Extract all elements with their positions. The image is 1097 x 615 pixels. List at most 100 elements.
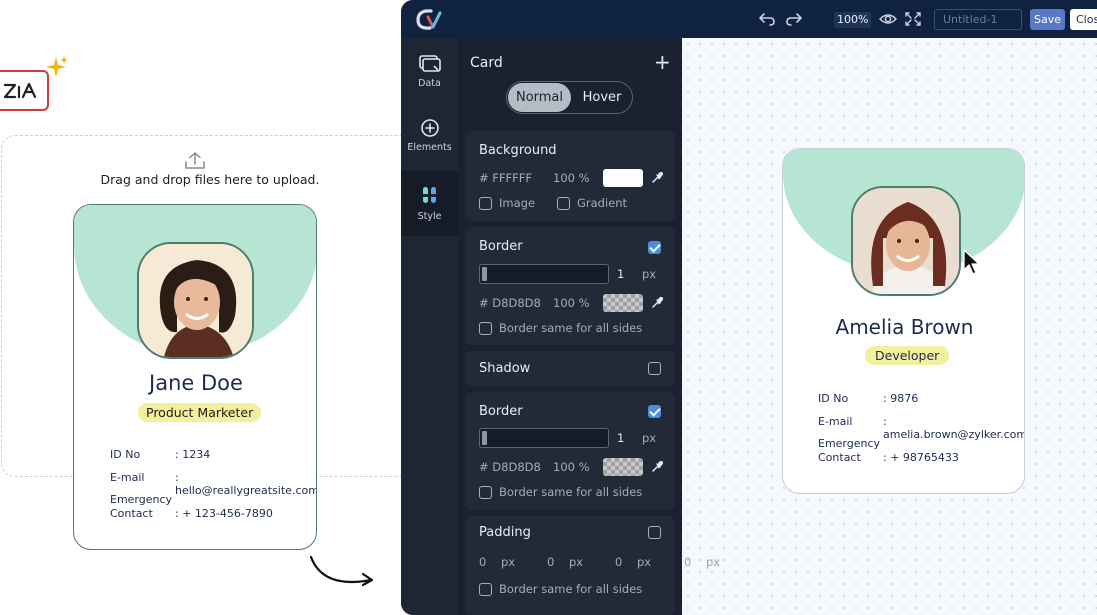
redo-icon[interactable]: [785, 11, 803, 27]
image-checkbox[interactable]: [479, 197, 492, 210]
section-title: Background: [479, 143, 557, 158]
style-panel: Card + Normal Hover Background # FFFFFF …: [458, 38, 682, 615]
card-row-value: : 1234: [175, 448, 211, 461]
border-color-swatch[interactable]: [603, 294, 643, 312]
save-button[interactable]: Save: [1030, 9, 1065, 30]
padding-same-sides-checkbox[interactable]: [479, 583, 492, 596]
close-button[interactable]: Close: [1070, 9, 1097, 30]
id-card-canvas[interactable]: Amelia Brown Developer ID No : 9876 E-ma…: [782, 148, 1025, 494]
state-toggle: Normal Hover: [506, 81, 633, 114]
border-opacity[interactable]: 100 %: [553, 296, 590, 310]
sidebar-item-data[interactable]: Data: [401, 54, 458, 94]
shadow-section: Shadow: [465, 351, 675, 386]
border-width-value[interactable]: 1: [617, 267, 624, 281]
top-toolbar: 100% Untitled-1 Save Close: [401, 0, 1097, 38]
zoom-level[interactable]: 100%: [834, 12, 872, 28]
card-row-label[interactable]: Emergency: [818, 437, 880, 450]
padding-checkbox[interactable]: [648, 526, 661, 539]
document-title-input[interactable]: Untitled-1: [934, 9, 1022, 30]
preview-eye-icon[interactable]: [879, 11, 897, 27]
padding-right-value[interactable]: 0: [547, 555, 554, 569]
fullscreen-icon[interactable]: [904, 11, 922, 27]
border-color-swatch[interactable]: [603, 458, 643, 476]
sidebar-item-style[interactable]: Style: [401, 171, 458, 236]
tab-normal[interactable]: Normal: [508, 83, 571, 112]
style-icon: [422, 187, 436, 203]
border-same-sides-label: Border same for all sides: [499, 321, 643, 335]
border-width-value[interactable]: 1: [617, 431, 624, 445]
card-row-label[interactable]: E-mail: [818, 415, 853, 428]
sidebar-item-label: Elements: [407, 142, 452, 153]
card-row-label: Contact: [110, 507, 153, 520]
card-row-value[interactable]: : amelia.brown@zylker.com: [883, 415, 1024, 441]
padding-unit: px: [569, 555, 584, 569]
builder-window: 100% Untitled-1 Save Close Data Elements: [401, 0, 1097, 615]
app-logo-icon: [416, 9, 442, 30]
border-opacity[interactable]: 100 %: [553, 460, 590, 474]
upload-instructions: Drag and drop files here to upload.: [100, 172, 320, 187]
section-title: Padding: [479, 525, 531, 540]
profile-photo: [137, 242, 254, 359]
padding-same-sides-label: Border same for all sides: [499, 582, 643, 596]
gradient-checkbox[interactable]: [557, 197, 570, 210]
undo-icon[interactable]: [758, 11, 776, 27]
border-same-sides-checkbox[interactable]: [479, 486, 492, 499]
card-row-label: Emergency: [110, 493, 173, 506]
border-section: Border 1 px # D8D8D8 100 % Border same f…: [465, 227, 675, 345]
profile-photo[interactable]: [851, 186, 961, 296]
card-row-value[interactable]: : + 98765433: [883, 451, 959, 464]
id-card-preview: Jane Doe Product Marketer ID No : 1234 E…: [73, 204, 317, 550]
sidebar-item-elements[interactable]: Elements: [401, 118, 458, 158]
background-opacity[interactable]: 100 %: [553, 171, 590, 185]
border-hex[interactable]: # D8D8D8: [479, 296, 541, 310]
mouse-cursor-icon: [963, 249, 980, 275]
panel-title: Card: [470, 55, 503, 71]
padding-top-value[interactable]: 0: [479, 555, 486, 569]
card-role-badge[interactable]: Developer: [865, 346, 950, 365]
card-row-label: ID No: [110, 448, 141, 461]
padding-unit: px: [637, 555, 652, 569]
image-label: Image: [499, 196, 536, 210]
tab-hover[interactable]: Hover: [573, 83, 631, 112]
border-width-slider[interactable]: [479, 264, 609, 284]
section-title: Border: [479, 239, 523, 254]
card-row-value[interactable]: : 9876: [883, 392, 918, 405]
left-sidebar: Data Elements Style: [401, 38, 458, 615]
data-icon: [418, 55, 441, 72]
add-icon[interactable]: +: [654, 52, 671, 72]
card-row-value: : hello@reallygreatsite.com: [175, 471, 317, 497]
card-row-label: E-mail: [110, 471, 145, 484]
section-title: Border: [479, 404, 523, 419]
eyedropper-icon[interactable]: [651, 172, 663, 184]
sidebar-item-label: Style: [417, 211, 442, 222]
padding-unit: px: [501, 555, 516, 569]
design-canvas[interactable]: 0 px Amelia Brown Developer ID No : 9876…: [682, 38, 1097, 615]
gradient-label: Gradient: [577, 196, 628, 210]
padding-bottom-value[interactable]: 0: [615, 555, 622, 569]
border-same-sides-label: Border same for all sides: [499, 485, 643, 499]
card-name: Jane Doe: [149, 371, 243, 395]
border-width-unit: px: [642, 267, 657, 281]
border-hex[interactable]: # D8D8D8: [479, 460, 541, 474]
zia-logo: [0, 70, 49, 111]
card-row-value: : + 123-456-7890: [175, 507, 273, 520]
background-hex[interactable]: # FFFFFF: [479, 171, 532, 185]
border-width-unit: px: [642, 431, 657, 445]
eyedropper-icon[interactable]: [651, 297, 663, 309]
background-color-swatch[interactable]: [603, 169, 643, 187]
curved-arrow-icon: [309, 555, 374, 587]
padding-left-value[interactable]: 0: [684, 555, 691, 569]
sidebar-item-label: Data: [418, 78, 441, 89]
plus-circle-icon: [420, 119, 439, 137]
card-name[interactable]: Amelia Brown: [783, 315, 1024, 339]
eyedropper-icon[interactable]: [651, 461, 663, 473]
upload-icon: [185, 152, 205, 169]
border-width-slider[interactable]: [479, 428, 609, 448]
border-enabled-checkbox[interactable]: [648, 241, 661, 254]
card-row-label[interactable]: ID No: [818, 392, 848, 405]
border-section: Border 1 px # D8D8D8 100 % Border same f…: [465, 392, 675, 510]
border-same-sides-checkbox[interactable]: [479, 322, 492, 335]
shadow-checkbox[interactable]: [648, 362, 661, 375]
card-row-label[interactable]: Contact: [818, 451, 861, 464]
border-enabled-checkbox[interactable]: [648, 405, 661, 418]
